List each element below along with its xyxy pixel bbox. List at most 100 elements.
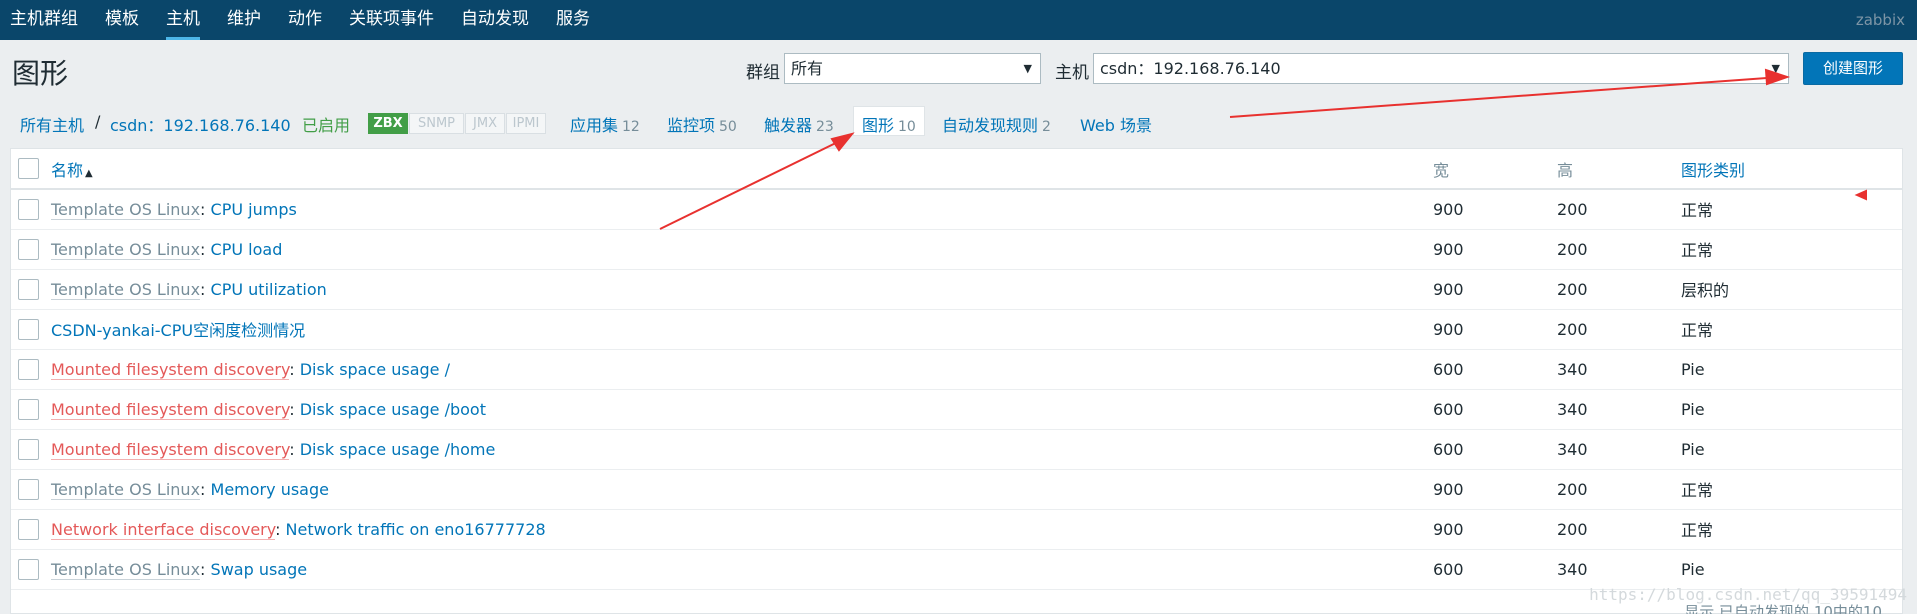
- row-checkbox[interactable]: [18, 358, 39, 380]
- availability-jmx-badge: JMX: [465, 113, 505, 134]
- row-checkbox[interactable]: [18, 398, 39, 420]
- row-checkbox[interactable]: [18, 438, 39, 460]
- graph-name-link[interactable]: CPU load: [211, 240, 283, 259]
- nav-maintenance[interactable]: 维护: [227, 0, 261, 40]
- breadcrumb-all-hosts[interactable]: 所有主机: [20, 112, 84, 136]
- tab-web-scenarios-label: Web 场景: [1080, 116, 1152, 135]
- row-checkbox[interactable]: [18, 198, 39, 220]
- graph-type-cell: Pie: [1681, 399, 1705, 419]
- column-name-header[interactable]: 名称 ▲: [51, 149, 1426, 190]
- graph-name-link[interactable]: CPU utilization: [211, 280, 327, 299]
- template-link[interactable]: Template OS Linux: [51, 559, 201, 580]
- table-row: Template OS Linux: CPU utilization 900 200…: [11, 269, 1902, 309]
- name-separator: :: [289, 439, 300, 459]
- graph-name-link[interactable]: Disk space usage /: [300, 360, 450, 379]
- table-row: Template OS Linux: Swap usage 600 340 Pie: [11, 549, 1902, 589]
- graph-width-cell: 900: [1433, 239, 1464, 259]
- column-height-header: 高: [1550, 149, 1674, 190]
- group-select[interactable]: 所有 ▼: [784, 53, 1041, 84]
- breadcrumb-host[interactable]: csdn：192.168.76.140: [110, 112, 291, 136]
- nav-discovery[interactable]: 自动发现: [461, 0, 529, 40]
- row-checkbox[interactable]: [18, 518, 39, 540]
- name-separator: :: [200, 279, 211, 299]
- graph-name-link[interactable]: Disk space usage /boot: [300, 400, 486, 419]
- graph-name-cell: Mounted filesystem discovery: Disk space…: [51, 349, 1426, 389]
- select-all-checkbox[interactable]: [18, 158, 39, 179]
- row-checkbox[interactable]: [18, 558, 39, 580]
- availability-zbx-badge: ZBX: [368, 113, 408, 134]
- template-link[interactable]: Template OS Linux: [51, 279, 201, 300]
- graph-width-cell: 600: [1433, 439, 1464, 459]
- nav-event-correlation[interactable]: 关联项事件: [349, 0, 434, 40]
- group-select-value: 所有: [791, 59, 824, 78]
- group-filter-label: 群组: [746, 63, 780, 83]
- graph-name-link[interactable]: Disk space usage /home: [300, 440, 496, 459]
- graph-height-cell: 340: [1557, 359, 1588, 379]
- row-checkbox[interactable]: [18, 318, 39, 340]
- top-nav: 主机群组 模板 主机 维护 动作 关联项事件 自动发现 服务 zabbix: [0, 0, 1917, 40]
- row-checkbox[interactable]: [18, 238, 39, 260]
- graph-name-link[interactable]: CSDN-yankai-CPU空闲度检测情况: [51, 321, 305, 340]
- graph-width-cell: 600: [1433, 359, 1464, 379]
- tab-discovery-rules-count: 2: [1042, 119, 1051, 135]
- nav-templates[interactable]: 模板: [105, 0, 139, 40]
- host-status-enabled[interactable]: 已启用: [302, 112, 350, 136]
- name-separator: :: [289, 359, 300, 379]
- page-title: 图形: [12, 57, 69, 90]
- template-link[interactable]: Template OS Linux: [51, 239, 201, 260]
- table-row: Network interface discovery: Network tra…: [11, 509, 1902, 549]
- graph-height-cell: 200: [1557, 319, 1588, 339]
- template-link[interactable]: Template OS Linux: [51, 479, 201, 500]
- table-row: Mounted filesystem discovery: Disk space…: [11, 429, 1902, 469]
- graph-name-cell: Template OS Linux: Memory usage: [51, 469, 1426, 509]
- tab-applications[interactable]: 应用集 12: [570, 112, 640, 136]
- discovery-rule-link[interactable]: Mounted filesystem discovery: [51, 359, 290, 380]
- table-row: Mounted filesystem discovery: Disk space…: [11, 349, 1902, 389]
- page-header: 图形 群组 所有 ▼ 主机 csdn：192.168.76.140 ▼ 创建图形: [0, 40, 1917, 102]
- name-separator: :: [200, 199, 211, 219]
- graphs-table: 名称 ▲ 宽 高 图形类别 Template OS Linux: CPU jump…: [11, 149, 1902, 590]
- graph-type-cell: 正常: [1681, 521, 1714, 540]
- discovery-rule-link[interactable]: Mounted filesystem discovery: [51, 399, 290, 420]
- nav-services[interactable]: 服务: [556, 0, 590, 40]
- nav-actions[interactable]: 动作: [288, 0, 322, 40]
- graph-name-cell: Template OS Linux: CPU jumps: [51, 189, 1426, 229]
- graph-height-cell: 200: [1557, 239, 1588, 259]
- breadcrumb-separator: /: [95, 112, 101, 131]
- host-select[interactable]: csdn：192.168.76.140 ▼: [1093, 53, 1789, 84]
- nav-host-groups[interactable]: 主机群组: [10, 0, 78, 40]
- graph-type-cell: 正常: [1681, 201, 1714, 221]
- tab-items[interactable]: 监控项 50: [667, 112, 737, 136]
- row-checkbox[interactable]: [18, 278, 39, 300]
- column-graph-type-header[interactable]: 图形类别: [1674, 149, 1902, 190]
- graph-name-link[interactable]: Network traffic on eno16777728: [286, 520, 546, 539]
- tab-items-count: 50: [719, 119, 737, 135]
- graph-type-cell: 正常: [1681, 481, 1714, 500]
- row-checkbox[interactable]: [18, 478, 39, 500]
- tab-web-scenarios[interactable]: Web 场景: [1080, 112, 1152, 136]
- tab-triggers-count: 23: [816, 119, 834, 135]
- availability-snmp-badge: SNMP: [409, 113, 464, 134]
- graph-width-cell: 900: [1433, 319, 1464, 339]
- graph-width-cell: 900: [1433, 519, 1464, 539]
- availability-ipmi-badge: IPMI: [506, 113, 546, 134]
- graph-name-link[interactable]: Memory usage: [211, 480, 329, 499]
- discovery-rule-link[interactable]: Mounted filesystem discovery: [51, 439, 290, 460]
- graph-width-cell: 900: [1433, 479, 1464, 499]
- chevron-down-icon: ▼: [1771, 62, 1780, 75]
- create-graph-button[interactable]: 创建图形: [1803, 52, 1903, 85]
- graph-type-cell: 层积的: [1681, 281, 1730, 300]
- name-separator: :: [200, 559, 211, 579]
- graph-height-cell: 200: [1557, 519, 1588, 539]
- nav-hosts[interactable]: 主机: [166, 0, 200, 40]
- graph-name-cell: Template OS Linux: Swap usage: [51, 549, 1426, 589]
- graph-name-link[interactable]: Swap usage: [211, 560, 308, 579]
- graph-height-cell: 340: [1557, 399, 1588, 419]
- graph-name-link[interactable]: CPU jumps: [211, 200, 297, 219]
- tab-discovery-rules-label: 自动发现规则: [942, 116, 1039, 135]
- tab-discovery-rules[interactable]: 自动发现规则 2: [942, 112, 1051, 136]
- template-link[interactable]: Template OS Linux: [51, 199, 201, 220]
- tab-triggers[interactable]: 触发器 23: [764, 112, 834, 136]
- tab-graphs[interactable]: 图形 10: [853, 106, 925, 136]
- discovery-rule-link[interactable]: Network interface discovery: [51, 519, 276, 540]
